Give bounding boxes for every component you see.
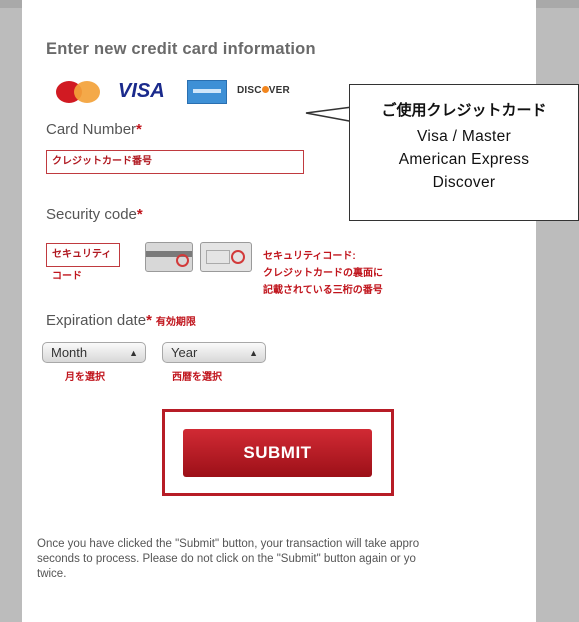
year-select[interactable]: Year ▲︎ [162,342,266,363]
callout-card-list: Visa / Master American Express Discover [398,128,530,191]
security-code-sub-label: コード [52,271,82,282]
american-express-logo [187,80,227,104]
month-select-caption: 月を選択 [65,372,105,383]
month-select[interactable]: Month ▲︎ [42,342,146,363]
mastercard-logo [54,80,100,103]
card-number-input[interactable]: クレジットカード番号 [46,150,304,174]
card-number-label: Card Number* [46,121,142,138]
expiration-date-label: Expiration date* 有効期限 [46,312,196,329]
up-down-arrow-icon: ▲︎ [249,348,258,358]
year-select-caption: 西暦を選択 [172,372,222,383]
callout-title: ご使用クレジットカード [381,102,547,119]
accepted-cards-callout: ご使用クレジットカード Visa / Master American Expre… [349,84,579,221]
security-code-label: Security code* [46,206,143,223]
submit-button[interactable]: SUBMIT [183,429,372,477]
card-front-icon [200,242,252,272]
form-heading: Enter new credit card information [46,40,316,58]
security-code-input[interactable]: セキュリティ [46,243,120,267]
security-code-help: セキュリティコード: クレジットカードの裏面に 記載されている三桁の番号 [263,251,383,296]
up-down-arrow-icon: ▲︎ [129,348,138,358]
submit-notice: Once you have clicked the "Submit" butto… [37,538,420,580]
discover-logo: DISC VER [237,85,290,96]
visa-logo: VISA [118,80,165,102]
card-back-icon [145,242,193,272]
